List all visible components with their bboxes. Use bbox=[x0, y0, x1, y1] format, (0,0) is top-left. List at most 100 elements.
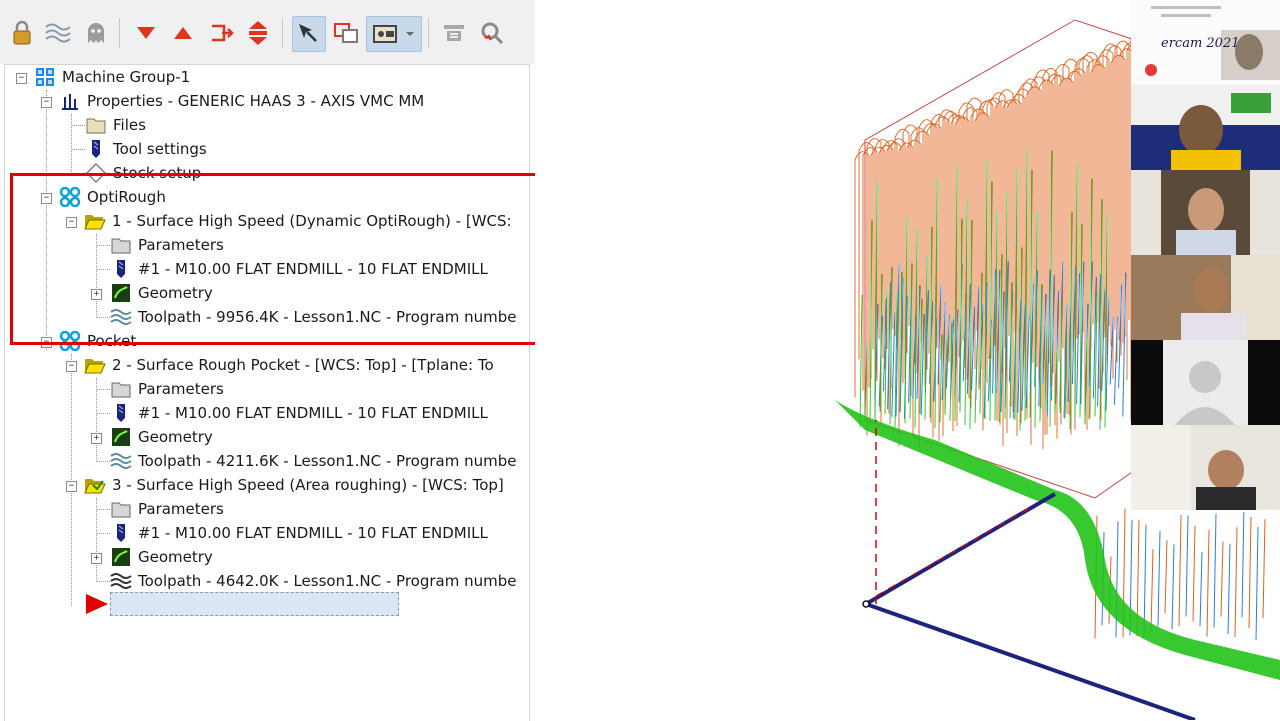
geometry-label: Geometry bbox=[138, 428, 213, 446]
geometry-expand-toggle[interactable]: + bbox=[91, 433, 102, 444]
scroll-updown-icon[interactable] bbox=[244, 16, 272, 50]
stock-setup-label: Stock setup bbox=[113, 164, 202, 182]
tree-node-toolpath[interactable]: Toolpath - 9956.4K - Lesson1.NC - Progra… bbox=[110, 305, 516, 329]
tree-node-group-optirough[interactable]: OptiRough bbox=[59, 185, 166, 209]
toolpath-icon bbox=[110, 571, 132, 591]
participant-tile-presenter: ercam 2021 bbox=[1131, 0, 1280, 85]
toolpath-lower-line bbox=[1262, 519, 1266, 619]
toolpath-lower-line bbox=[1171, 544, 1175, 630]
tree-node-files[interactable]: Files bbox=[85, 113, 146, 137]
tree-node-geometry[interactable]: Geometry bbox=[110, 545, 213, 569]
toolpath-label: Toolpath - 4211.6K - Lesson1.NC - Progra… bbox=[138, 452, 517, 470]
toolpath-lower-line bbox=[1157, 530, 1161, 627]
group-name: OptiRough bbox=[87, 188, 166, 206]
pocket-collapse-toggle[interactable]: − bbox=[41, 337, 52, 348]
parameters-label: Parameters bbox=[138, 500, 224, 518]
folder-icon bbox=[85, 115, 107, 135]
toolpath-icon bbox=[110, 451, 132, 471]
ghost-icon[interactable] bbox=[82, 16, 110, 50]
machine-group-collapse-toggle[interactable]: − bbox=[16, 73, 27, 84]
parameters-label: Parameters bbox=[138, 236, 224, 254]
toolpath-label: Toolpath - 9956.4K - Lesson1.NC - Progra… bbox=[138, 308, 517, 326]
tree-node-geometry[interactable]: Geometry bbox=[110, 425, 213, 449]
toolpath-group-icon bbox=[59, 331, 81, 351]
post-process-icon[interactable] bbox=[440, 16, 468, 50]
tree-node-operation-3[interactable]: 3 - Surface High Speed (Area roughing) -… bbox=[84, 473, 504, 497]
tree-node-toolpath[interactable]: Toolpath - 4642.0K - Lesson1.NC - Progra… bbox=[110, 569, 516, 593]
properties-label: Properties - GENERIC HAAS 3 - AXIS VMC M… bbox=[87, 92, 425, 110]
move-down-icon[interactable] bbox=[132, 16, 160, 50]
toolpath-wave-icon[interactable] bbox=[44, 16, 72, 50]
operation-label: 2 - Surface Rough Pocket - [WCS: Top] - … bbox=[112, 356, 494, 374]
stock-setup-icon bbox=[85, 163, 107, 183]
move-up-icon[interactable] bbox=[169, 16, 197, 50]
geometry-label: Geometry bbox=[138, 548, 213, 566]
parameters-folder-icon bbox=[110, 379, 132, 399]
tree-node-group-pocket[interactable]: Pocket bbox=[59, 329, 136, 353]
operation-1-collapse-toggle[interactable]: − bbox=[66, 217, 77, 228]
toolpath-lower-line bbox=[1220, 541, 1224, 617]
geometry-icon bbox=[110, 283, 132, 303]
operation-folder-open-icon bbox=[84, 355, 106, 375]
tree-node-geometry[interactable]: Geometry bbox=[110, 281, 213, 305]
insert-arrow-icon[interactable] bbox=[207, 16, 235, 50]
operation-label: 3 - Surface High Speed (Area roughing) -… bbox=[112, 476, 504, 494]
tree-node-operation-2[interactable]: 2 - Surface Rough Pocket - [WCS: Top] - … bbox=[84, 353, 494, 377]
origin-marker bbox=[862, 600, 870, 608]
toolpath-lower-line bbox=[1185, 515, 1189, 617]
tree-node-toolpath[interactable]: Toolpath - 4211.6K - Lesson1.NC - Progra… bbox=[110, 449, 516, 473]
geometry-label: Geometry bbox=[138, 284, 213, 302]
participant-tile-2 bbox=[1131, 85, 1280, 170]
parameters-label: Parameters bbox=[138, 380, 224, 398]
select-cursor-icon[interactable] bbox=[292, 16, 326, 52]
tree-node-parameters[interactable]: Parameters bbox=[110, 233, 224, 257]
lock-icon[interactable] bbox=[8, 16, 36, 50]
tree-node-tool[interactable]: #1 - M10.00 FLAT ENDMILL - 10 FLAT ENDMI… bbox=[110, 401, 488, 425]
avatar-placeholder-icon bbox=[1131, 340, 1280, 425]
toolpath-lower-line bbox=[1178, 515, 1182, 627]
tool-label: #1 - M10.00 FLAT ENDMILL - 10 FLAT ENDMI… bbox=[138, 404, 488, 422]
toolpath-label: Toolpath - 4642.0K - Lesson1.NC - Progra… bbox=[138, 572, 517, 590]
group-name: Pocket bbox=[87, 332, 137, 350]
tree-node-operation-1[interactable]: 1 - Surface High Speed (Dynamic OptiRoug… bbox=[84, 209, 512, 233]
parameters-folder-icon bbox=[110, 499, 132, 519]
geometry-expand-toggle[interactable]: + bbox=[91, 553, 102, 564]
insert-position-slot[interactable] bbox=[110, 592, 399, 616]
tool-label: #1 - M10.00 FLAT ENDMILL - 10 FLAT ENDMI… bbox=[138, 524, 488, 542]
optirough-collapse-toggle[interactable]: − bbox=[41, 193, 52, 204]
toolpath-lower-line bbox=[1150, 549, 1154, 631]
geometry-icon bbox=[110, 547, 132, 567]
participant-tile-5 bbox=[1131, 340, 1280, 425]
machine-group-icon bbox=[34, 67, 56, 87]
window-toggle-icon[interactable] bbox=[332, 16, 360, 50]
geometry-icon bbox=[110, 427, 132, 447]
operation-folder-open-icon bbox=[84, 211, 106, 231]
tree-node-tool-settings[interactable]: Tool settings bbox=[85, 137, 207, 161]
endmill-tool-icon bbox=[110, 403, 132, 423]
axis-x-line bbox=[864, 492, 1057, 606]
tool-label: #1 - M10.00 FLAT ENDMILL - 10 FLAT ENDMI… bbox=[138, 260, 488, 278]
tree-node-properties[interactable]: Properties - GENERIC HAAS 3 - AXIS VMC M… bbox=[59, 89, 424, 113]
toolpath-lower-line bbox=[1248, 517, 1252, 629]
tree-node-parameters[interactable]: Parameters bbox=[110, 377, 224, 401]
tree-node-machine-group[interactable]: Machine Group-1 bbox=[34, 65, 190, 89]
toolpath-green-line bbox=[859, 294, 863, 428]
endmill-tool-icon bbox=[110, 523, 132, 543]
properties-collapse-toggle[interactable]: − bbox=[41, 97, 52, 108]
tool-settings-icon bbox=[85, 139, 107, 159]
verify-icon[interactable] bbox=[478, 16, 506, 50]
tool-settings-label: Tool settings bbox=[113, 140, 207, 158]
geometry-expand-toggle[interactable]: + bbox=[91, 289, 102, 300]
tree-node-stock-setup[interactable]: Stock setup bbox=[85, 161, 201, 185]
operation-3-collapse-toggle[interactable]: − bbox=[66, 481, 77, 492]
part-outline bbox=[864, 19, 1136, 499]
operation-2-collapse-toggle[interactable]: − bbox=[66, 361, 77, 372]
toolpath-lower-line bbox=[1234, 527, 1238, 637]
tree-node-parameters[interactable]: Parameters bbox=[110, 497, 224, 521]
toolpath-lower-line bbox=[1164, 540, 1168, 614]
tree-node-tool[interactable]: #1 - M10.00 FLAT ENDMILL - 10 FLAT ENDMI… bbox=[110, 257, 488, 281]
insert-position-arrow-icon[interactable] bbox=[85, 593, 109, 619]
tree-node-tool[interactable]: #1 - M10.00 FLAT ENDMILL - 10 FLAT ENDMI… bbox=[110, 521, 488, 545]
display-options-icon[interactable] bbox=[366, 16, 422, 52]
parameters-folder-icon bbox=[110, 235, 132, 255]
